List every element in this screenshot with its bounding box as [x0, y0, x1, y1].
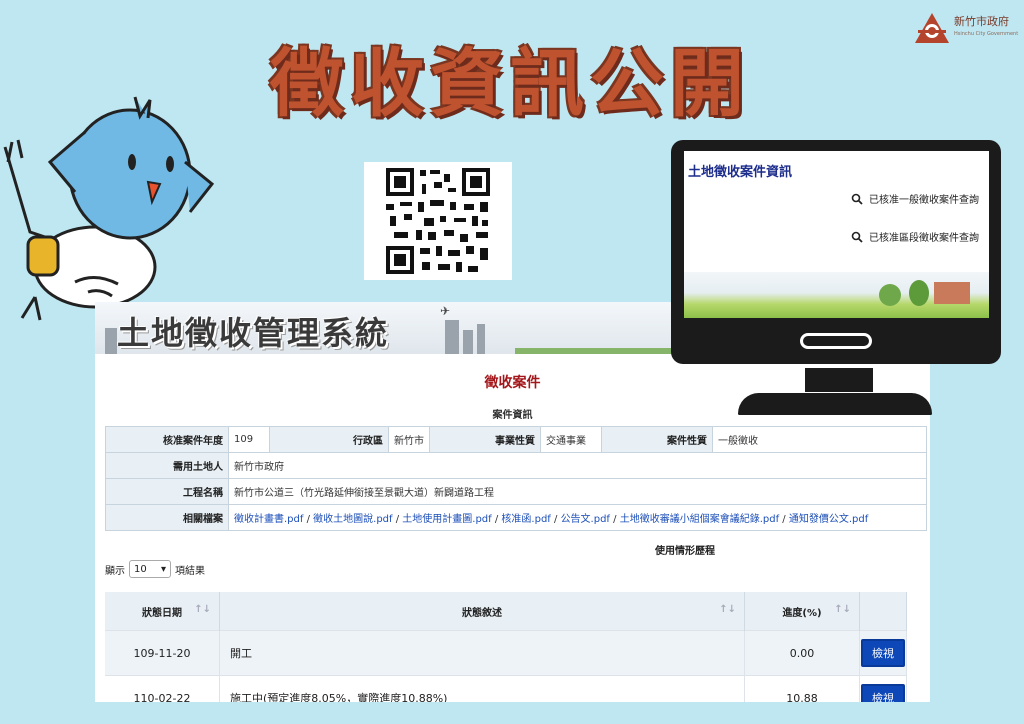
info-row: 相關檔案 徵收計畫書.pdf / 徵收土地圖說.pdf / 土地使用計畫圖.pd… — [105, 504, 927, 531]
row-date: 110-02-22 — [105, 675, 220, 702]
project-label: 工程名稱 — [105, 478, 229, 505]
chevron-down-icon: ▾ — [160, 563, 166, 575]
file-link-minutes[interactable]: 土地徵收審議小組個案會議紀錄.pdf — [620, 514, 779, 525]
year-label: 核准案件年度 — [105, 426, 229, 453]
city-emblem-icon — [915, 13, 949, 43]
house-shape — [934, 282, 970, 304]
files-label: 相關檔案 — [105, 504, 229, 531]
file-link-plan[interactable]: 徵收計畫書.pdf — [234, 514, 303, 525]
view-button[interactable]: 檢視 — [861, 684, 905, 702]
table-row: 109-11-20 開工 0.00 檢視 — [105, 630, 907, 676]
file-separator: / — [609, 514, 620, 525]
history-heading: 使用情形歷程 — [655, 546, 715, 557]
files-cell: 徵收計畫書.pdf / 徵收土地圖說.pdf / 土地使用計畫圖.pdf / 核… — [228, 504, 927, 531]
column-label: 狀態日期 — [142, 607, 182, 619]
info-row: 核准案件年度 109 行政區 新竹市 事業性質 交通事業 案件性質 一般徵收 — [105, 426, 927, 453]
file-separator: / — [392, 514, 403, 525]
search-icon — [851, 193, 863, 205]
length-value: 10 — [134, 563, 147, 575]
poster-title: 徵收資訊公開 — [270, 41, 750, 127]
column-label: 狀態敘述 — [462, 607, 502, 619]
city-logo: 新竹市政府 Hsinchu City Government — [914, 12, 1018, 44]
tree-shape — [909, 280, 929, 306]
page-length-control: 顯示 10 ▾ 項結果 — [105, 560, 205, 578]
link-zone-expropriation[interactable]: 已核准區段徵收案件查詢 — [851, 229, 979, 244]
monitor-screen: 土地徵收案件資訊 已核准一般徵收案件查詢 已核准區段徵收案件查詢 — [684, 151, 989, 318]
qr-code[interactable] — [364, 162, 512, 280]
monitor-title: 土地徵收案件資訊 — [688, 165, 793, 180]
file-separator: / — [550, 514, 561, 525]
monitor-stand-base — [738, 393, 932, 415]
table-row: 110-02-22 施工中(預定進度8.05%，實際進度10.88%) 10.8… — [105, 675, 907, 702]
bird-mascot-illustration — [3, 96, 215, 321]
row-description: 施工中(預定進度8.05%，實際進度10.88%) — [219, 675, 745, 702]
view-button[interactable]: 檢視 — [861, 639, 905, 667]
building-shape — [445, 320, 459, 354]
monitor-stand-neck — [805, 368, 873, 392]
building-shape — [477, 324, 485, 354]
row-date: 109-11-20 — [105, 630, 220, 676]
page-length-select[interactable]: 10 ▾ — [129, 560, 171, 578]
link-general-expropriation[interactable]: 已核准一般徵收案件查詢 — [851, 191, 979, 206]
row-progress: 0.00 — [744, 630, 860, 676]
year-value: 109 — [228, 426, 270, 453]
business-value: 交通事業 — [540, 426, 602, 453]
system-title: 土地徵收管理系統 — [117, 314, 390, 352]
file-link-approval[interactable]: 核准函.pdf — [501, 514, 550, 525]
district-value: 新竹市 — [388, 426, 430, 453]
land-user-value: 新竹市政府 — [228, 452, 927, 479]
sort-icon: ↑↓ — [834, 604, 851, 615]
sort-icon: ↑↓ — [194, 604, 211, 615]
district-label: 行政區 — [269, 426, 389, 453]
search-icon — [851, 231, 863, 243]
airplane-icon: ✈ — [440, 304, 451, 318]
length-suffix: 項結果 — [175, 565, 205, 577]
case-type-value: 一般徵收 — [712, 426, 927, 453]
info-row: 需用土地人 新竹市政府 — [105, 452, 927, 479]
length-prefix: 顯示 — [105, 565, 125, 577]
logo-subtitle: Hsinchu City Government — [954, 31, 1019, 37]
land-user-label: 需用土地人 — [105, 452, 229, 479]
link-label: 已核准區段徵收案件查詢 — [869, 233, 979, 244]
column-header-progress[interactable]: 進度(%) ↑↓ — [744, 592, 860, 631]
monitor-power-button — [800, 333, 872, 349]
row-progress: 10.88 — [744, 675, 860, 702]
info-row: 工程名稱 新竹市公道三（竹光路延伸銜接至景觀大道）新闢道路工程 — [105, 478, 927, 505]
column-header-description[interactable]: 狀態敘述 ↑↓ — [219, 592, 745, 631]
row-description: 開工 — [219, 630, 745, 676]
file-link-payment[interactable]: 通知發價公文.pdf — [789, 514, 868, 525]
tree-line — [515, 348, 695, 354]
history-header-row: 狀態日期 ↑↓ 狀態敘述 ↑↓ 進度(%) ↑↓ — [105, 592, 907, 631]
business-label: 事業性質 — [429, 426, 541, 453]
tree-shape — [879, 284, 901, 306]
column-header-action — [859, 592, 907, 631]
file-separator: / — [779, 514, 789, 525]
link-label: 已核准一般徵收案件查詢 — [869, 195, 979, 206]
file-separator: / — [491, 514, 502, 525]
building-shape — [105, 328, 117, 354]
sort-icon: ↑↓ — [719, 604, 736, 615]
file-separator: / — [303, 514, 314, 525]
logo-name: 新竹市政府 — [954, 15, 1009, 28]
building-shape — [463, 330, 473, 354]
file-link-notice[interactable]: 公告文.pdf — [561, 514, 610, 525]
project-value: 新竹市公道三（竹光路延伸銜接至景觀大道）新闢道路工程 — [228, 478, 927, 505]
file-link-land-use[interactable]: 土地使用計畫圖.pdf — [402, 514, 491, 525]
column-label: 進度(%) — [782, 607, 822, 619]
history-table: 狀態日期 ↑↓ 狀態敘述 ↑↓ 進度(%) ↑↓ 109-11-20 開工 0.00 … — [105, 592, 907, 702]
case-info-table: 核准案件年度 109 行政區 新竹市 事業性質 交通事業 案件性質 一般徵收 需… — [105, 426, 927, 531]
landscape-illustration — [684, 272, 989, 318]
column-header-date[interactable]: 狀態日期 ↑↓ — [105, 592, 220, 631]
case-type-label: 案件性質 — [601, 426, 713, 453]
file-link-land-map[interactable]: 徵收土地圖說.pdf — [313, 514, 392, 525]
